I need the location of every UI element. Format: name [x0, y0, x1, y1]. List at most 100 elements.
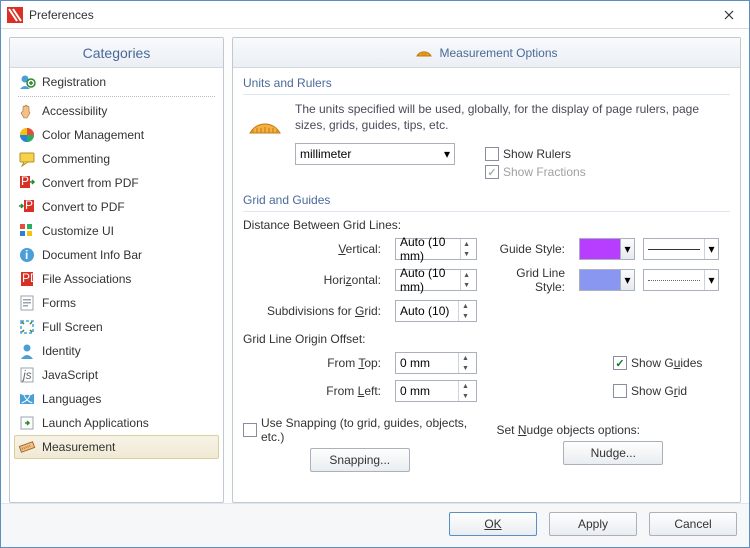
snapping-button[interactable]: Snapping...	[310, 448, 410, 472]
color-wheel-icon	[18, 126, 36, 144]
from-left-label: From Left:	[251, 384, 387, 398]
category-label: Document Info Bar	[42, 248, 142, 262]
show-fractions-checkbox	[485, 165, 499, 179]
show-grid-label: Show Grid	[631, 384, 687, 398]
launch-icon	[18, 414, 36, 432]
category-item-convert-to-pdf[interactable]: PDF Convert to PDF	[14, 195, 219, 219]
gridline-style-label: Grid Line Style:	[485, 266, 571, 294]
category-item-accessibility[interactable]: Accessibility	[14, 99, 219, 123]
category-label: Commenting	[42, 152, 110, 166]
pdf-in-icon: PDF	[18, 198, 36, 216]
category-item-commenting[interactable]: Commenting	[14, 147, 219, 171]
category-label: Color Management	[42, 128, 144, 142]
svg-text:js: js	[21, 368, 32, 382]
category-label: Accessibility	[42, 104, 107, 118]
category-label: Convert to PDF	[42, 200, 125, 214]
caret-down-icon: ▾	[704, 270, 718, 290]
category-label: Forms	[42, 296, 76, 310]
categories-header: Categories	[10, 38, 223, 68]
nudge-options-label: Set Nudge objects options:	[497, 423, 640, 437]
window-title: Preferences	[29, 8, 709, 22]
show-guides-label: Show Guides	[631, 356, 702, 370]
preferences-window: Preferences Categories Registration Acce…	[0, 0, 750, 548]
use-snapping-checkbox[interactable]	[243, 423, 257, 437]
category-label: Registration	[42, 75, 106, 89]
show-fractions-label: Show Fractions	[503, 165, 586, 179]
category-label: Convert from PDF	[42, 176, 139, 190]
category-label: JavaScript	[42, 368, 98, 382]
cancel-button[interactable]: Cancel	[649, 512, 737, 536]
units-combo[interactable]: millimeter ▾	[295, 143, 455, 165]
category-label: Languages	[42, 392, 101, 406]
guide-style-label: Guide Style:	[485, 242, 571, 256]
svg-text:PDF: PDF	[22, 271, 36, 285]
category-item-color-management[interactable]: Color Management	[14, 123, 219, 147]
separator	[18, 96, 215, 97]
gridline-color-picker[interactable]: ▾	[579, 269, 635, 291]
units-row: The units specified will be used, global…	[243, 101, 730, 183]
vertical-spinner[interactable]: Auto (10 mm)▲▼	[395, 238, 477, 260]
category-item-customize-ui[interactable]: Customize UI	[14, 219, 219, 243]
category-item-file-associations[interactable]: PDF File Associations	[14, 267, 219, 291]
categories-panel: Categories Registration Accessibility Co…	[9, 37, 224, 503]
gridline-line-style[interactable]: ▾	[643, 269, 719, 291]
subdivisions-label: Subdivisions for Grid:	[251, 304, 387, 318]
category-item-registration[interactable]: Registration	[14, 70, 219, 94]
category-item-languages[interactable]: 文 Languages	[14, 387, 219, 411]
category-item-full-screen[interactable]: Full Screen	[14, 315, 219, 339]
category-item-document-info-bar[interactable]: i Document Info Bar	[14, 243, 219, 267]
from-top-label: From Top:	[251, 356, 387, 370]
use-snapping-label: Use Snapping (to grid, guides, objects, …	[261, 416, 477, 444]
category-item-measurement[interactable]: Measurement	[14, 435, 219, 459]
person-icon	[18, 342, 36, 360]
show-grid-checkbox[interactable]	[613, 384, 627, 398]
person-plus-icon	[18, 73, 36, 91]
titlebar: Preferences	[1, 1, 749, 29]
categories-list[interactable]: Registration Accessibility Color Managem…	[10, 68, 223, 502]
units-group-title: Units and Rulers	[243, 76, 730, 90]
category-label: Customize UI	[42, 224, 114, 238]
horizontal-spinner[interactable]: Auto (10 mm)▲▼	[395, 269, 477, 291]
guide-color-picker[interactable]: ▾	[579, 238, 635, 260]
guide-line-style[interactable]: ▾	[643, 238, 719, 260]
subdivisions-spinner[interactable]: Auto (10)▲▼	[395, 300, 477, 322]
ruler-icon	[18, 438, 36, 456]
category-label: Identity	[42, 344, 81, 358]
units-description: The units specified will be used, global…	[295, 101, 730, 133]
nudge-button[interactable]: Nudge...	[563, 441, 663, 465]
from-top-spinner[interactable]: 0 mm▲▼	[395, 352, 477, 374]
distance-label: Distance Between Grid Lines:	[243, 218, 730, 232]
fullscreen-icon	[18, 318, 36, 336]
ok-button[interactable]: OK	[449, 512, 537, 536]
category-item-convert-from-pdf[interactable]: PDF Convert from PDF	[14, 171, 219, 195]
show-guides-checkbox[interactable]	[613, 356, 627, 370]
show-rulers-checkbox[interactable]	[485, 147, 499, 161]
category-item-launch-applications[interactable]: Launch Applications	[14, 411, 219, 435]
caret-down-icon: ▾	[438, 147, 450, 161]
svg-text:PDF: PDF	[25, 198, 36, 212]
lang-icon: 文	[18, 390, 36, 408]
app-icon	[7, 7, 23, 23]
caret-down-icon: ▾	[704, 239, 718, 259]
vertical-label: Vertical:	[251, 242, 387, 256]
from-left-spinner[interactable]: 0 mm▲▼	[395, 380, 477, 402]
close-button[interactable]	[709, 1, 749, 28]
category-label: Launch Applications	[42, 416, 149, 430]
dialog-body: Categories Registration Accessibility Co…	[1, 29, 749, 503]
hand-icon	[18, 102, 36, 120]
ui-icon	[18, 222, 36, 240]
caret-down-icon: ▾	[620, 270, 634, 290]
protractor-icon	[415, 42, 433, 63]
dialog-footer: OK Apply Cancel	[1, 503, 749, 547]
horizontal-label: Horizontal:	[251, 273, 387, 287]
category-item-identity[interactable]: Identity	[14, 339, 219, 363]
category-item-forms[interactable]: Forms	[14, 291, 219, 315]
js-icon: js	[18, 366, 36, 384]
grid-group-title: Grid and Guides	[243, 193, 730, 207]
form-icon	[18, 294, 36, 312]
apply-button[interactable]: Apply	[549, 512, 637, 536]
protractor-large-icon	[247, 105, 283, 141]
svg-text:文: 文	[21, 390, 33, 405]
category-item-javascript[interactable]: js JavaScript	[14, 363, 219, 387]
comment-icon	[18, 150, 36, 168]
